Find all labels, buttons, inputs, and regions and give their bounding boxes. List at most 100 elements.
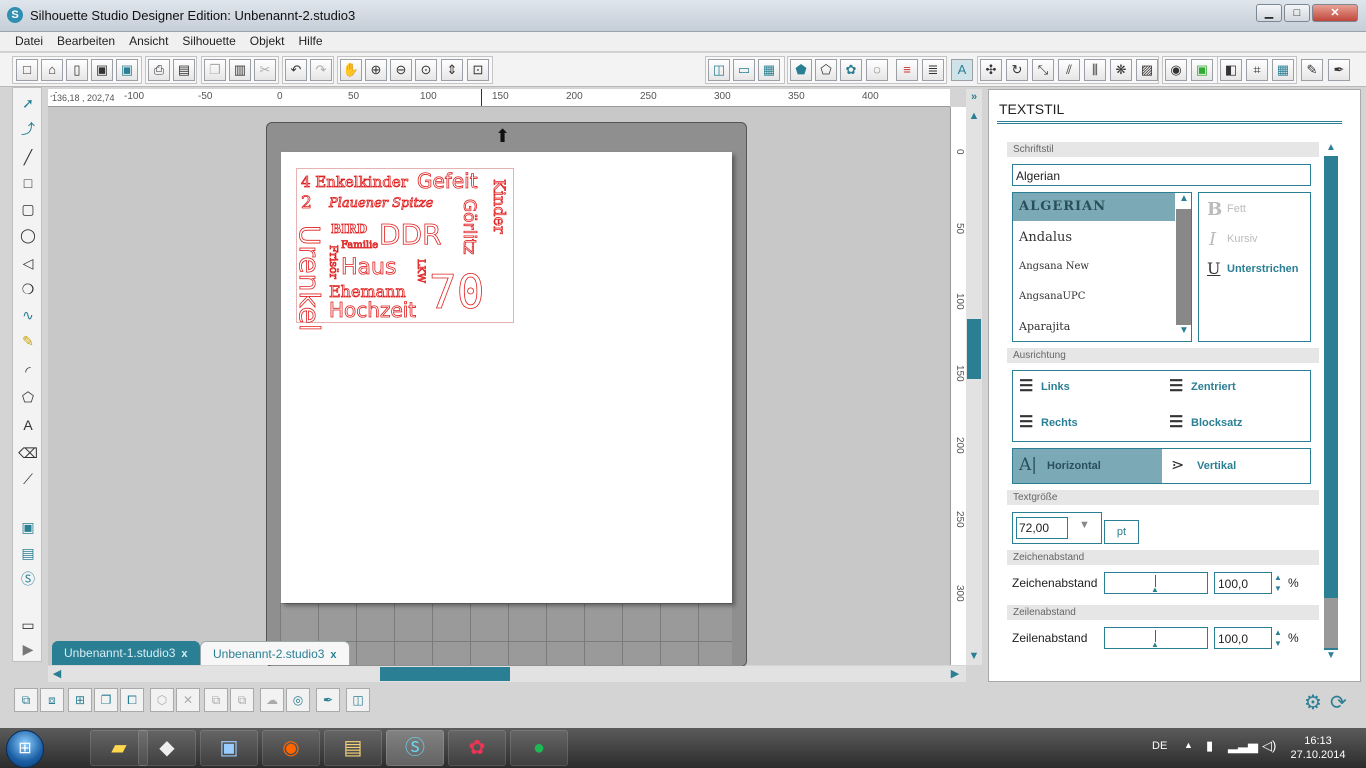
menu-objekt[interactable]: Objekt xyxy=(243,32,292,51)
send-panel-icon[interactable]: ◧ xyxy=(1220,59,1242,81)
picasa-icon[interactable]: ✿ xyxy=(448,730,506,766)
redo-icon[interactable]: ↷ xyxy=(310,59,332,81)
line-tool-icon[interactable]: ╱ xyxy=(16,146,40,168)
undo-icon[interactable]: ↶ xyxy=(285,59,307,81)
knife-tool-icon[interactable]: ⟋ xyxy=(16,468,40,490)
layers-icon[interactable]: ◫ xyxy=(346,688,370,712)
cut-settings-icon[interactable]: ▣ xyxy=(1191,59,1213,81)
sketch-icon[interactable]: ✎ xyxy=(1301,59,1323,81)
scroll-left-icon[interactable]: ◀ xyxy=(50,667,64,681)
ungroup-icon[interactable]: ⧈ xyxy=(40,688,64,712)
menu-hilfe[interactable]: Hilfe xyxy=(291,32,329,51)
start-button-icon[interactable]: ⊞ xyxy=(6,730,44,768)
font-list-scrollbar[interactable]: ▲ ▼ xyxy=(1176,193,1191,341)
font-item-algerian[interactable]: ALGERIAN xyxy=(1019,199,1106,214)
group-icon[interactable]: ⧉ xyxy=(14,688,38,712)
panel-scroll-thumb[interactable] xyxy=(1324,598,1338,648)
font-item-angsana-new[interactable]: Angsana New xyxy=(1019,261,1089,272)
offset-rings-icon[interactable]: ◎ xyxy=(286,688,310,712)
window-panel-icon[interactable]: ▭ xyxy=(16,614,40,636)
weld-icon[interactable]: ⬡ xyxy=(150,688,174,712)
curve-tool-icon[interactable]: ❍ xyxy=(16,278,40,300)
word-two[interactable]: 2 xyxy=(301,194,313,212)
fill-gradient-icon[interactable]: ⬠ xyxy=(815,59,837,81)
word-haus[interactable]: Haus xyxy=(341,256,397,279)
input-language[interactable]: DE xyxy=(1152,740,1167,752)
font-item-aparajita[interactable]: Aparajita xyxy=(1019,320,1070,333)
trace-icon[interactable]: ◉ xyxy=(1165,59,1187,81)
freehand-tool-icon[interactable]: ∿ xyxy=(16,304,40,326)
battery-icon[interactable]: ▮ xyxy=(1206,738,1213,754)
shear-icon[interactable]: ⫽ xyxy=(1058,59,1080,81)
play-icon[interactable]: ▶ xyxy=(16,638,40,660)
network-signal-icon[interactable]: ▂▃▅ xyxy=(1228,738,1258,754)
word-friseur[interactable]: Frisör xyxy=(327,245,341,280)
zeichenabstand-input[interactable]: 100,0 xyxy=(1214,572,1272,594)
zoom-out-icon[interactable]: ⊖ xyxy=(390,59,412,81)
panel-scroll-up-icon[interactable]: ▲ xyxy=(1324,142,1338,156)
minimize-button[interactable]: ▁ xyxy=(1256,4,1282,22)
eraser-panel-icon[interactable]: ◫ xyxy=(708,59,730,81)
cut-icon[interactable]: ✂ xyxy=(254,59,276,81)
font-scroll-down-icon[interactable]: ▼ xyxy=(1176,325,1191,341)
word-seventy[interactable]: 70 xyxy=(429,269,485,316)
fill-pattern-icon[interactable]: ✿ xyxy=(840,59,862,81)
word-gefeit[interactable]: Gefeit xyxy=(417,171,478,192)
panel-scrollbar[interactable]: ▲ ▼ xyxy=(1324,142,1338,664)
mirror-icon[interactable]: ⫼ xyxy=(1084,59,1106,81)
zeilenabstand-slider[interactable]: ▲ xyxy=(1104,627,1208,649)
bold-icon[interactable]: B xyxy=(1207,199,1222,220)
paste-in-front-icon[interactable]: ⧉ xyxy=(230,688,254,712)
underline-icon[interactable]: U xyxy=(1207,259,1220,278)
save-icon[interactable]: ▣ xyxy=(91,59,113,81)
font-scroll-up-icon[interactable]: ▲ xyxy=(1176,193,1191,209)
text-tool-icon[interactable]: A xyxy=(16,414,40,436)
polygon-tool-icon[interactable]: ◁ xyxy=(16,252,40,274)
zoom-selection-icon[interactable]: ⊙ xyxy=(415,59,437,81)
line-weight-icon[interactable]: ≣ xyxy=(922,59,944,81)
print-icon[interactable]: ⎙ xyxy=(148,59,170,81)
scroll-right-icon[interactable]: ▶ xyxy=(948,667,962,681)
maximize-button[interactable]: □ xyxy=(1284,4,1310,22)
scroll-up-icon[interactable]: ▲ xyxy=(967,109,981,123)
word-goerlitz[interactable]: Görlitz xyxy=(459,199,480,255)
grid-settings-icon[interactable]: ▦ xyxy=(758,59,780,81)
font-list[interactable]: ALGERIAN Andalus Angsana New AngsanaUPC … xyxy=(1012,192,1192,342)
settings-gear-icon[interactable]: ⚙ xyxy=(1304,690,1322,715)
menu-bearbeiten[interactable]: Bearbeiten xyxy=(50,32,122,51)
replicate-icon[interactable]: ❋ xyxy=(1110,59,1132,81)
text-size-input[interactable]: 72,00 xyxy=(1016,517,1068,539)
duplicate-icon[interactable]: ⧉ xyxy=(204,688,228,712)
text-size-unit[interactable]: pt xyxy=(1104,520,1139,544)
horizontal-button[interactable]: A| Horizontal xyxy=(1013,449,1162,483)
paste-icon[interactable]: ▥ xyxy=(229,59,251,81)
picture-viewer-icon[interactable]: ▣ xyxy=(200,730,258,766)
save-to-library-icon[interactable]: ▣ xyxy=(116,59,138,81)
font-search-input[interactable]: Algerian xyxy=(1012,164,1311,186)
explorer-folder-icon[interactable]: ▤ xyxy=(324,730,382,766)
word-kinder[interactable]: Kinder xyxy=(490,179,510,235)
zeichenabstand-slider[interactable]: ▲ xyxy=(1104,572,1208,594)
word-hochzeit[interactable]: Hochzeit xyxy=(329,300,417,321)
slider-thumb-icon[interactable]: ▲ xyxy=(1151,640,1159,649)
align-left-button[interactable]: ☰ Links xyxy=(1019,379,1070,395)
tray-expand-icon[interactable]: ▲ xyxy=(1184,740,1193,750)
new-document-icon[interactable]: □ xyxy=(16,59,38,81)
slider-thumb-icon[interactable]: ▲ xyxy=(1151,585,1159,594)
tab-unbenannt-1[interactable]: Unbenannt-1.studio3 x xyxy=(52,641,200,665)
delete-icon[interactable]: ✕ xyxy=(176,688,200,712)
sync-icon[interactable]: ⟳ xyxy=(1330,690,1347,715)
pen-icon[interactable]: ✒ xyxy=(316,688,340,712)
italic-icon[interactable]: I xyxy=(1209,229,1216,250)
italic-label[interactable]: Kursiv xyxy=(1227,233,1258,245)
edit-points-icon[interactable]: ⤴ xyxy=(16,118,40,140)
collapse-panel-icon[interactable]: » xyxy=(967,90,981,104)
font-item-andalus[interactable]: Andalus xyxy=(1019,230,1072,245)
make-compound-icon[interactable]: ⊞ xyxy=(68,688,92,712)
word-lkw[interactable]: LKW xyxy=(415,259,427,284)
library-book-icon[interactable]: ▤ xyxy=(16,542,40,564)
vertical-scroll-thumb[interactable] xyxy=(967,319,981,379)
bring-forward-icon[interactable]: ⧠ xyxy=(120,688,144,712)
send-to-silhouette-icon[interactable]: ▤ xyxy=(173,59,195,81)
spotify-icon[interactable]: ● xyxy=(510,730,568,766)
